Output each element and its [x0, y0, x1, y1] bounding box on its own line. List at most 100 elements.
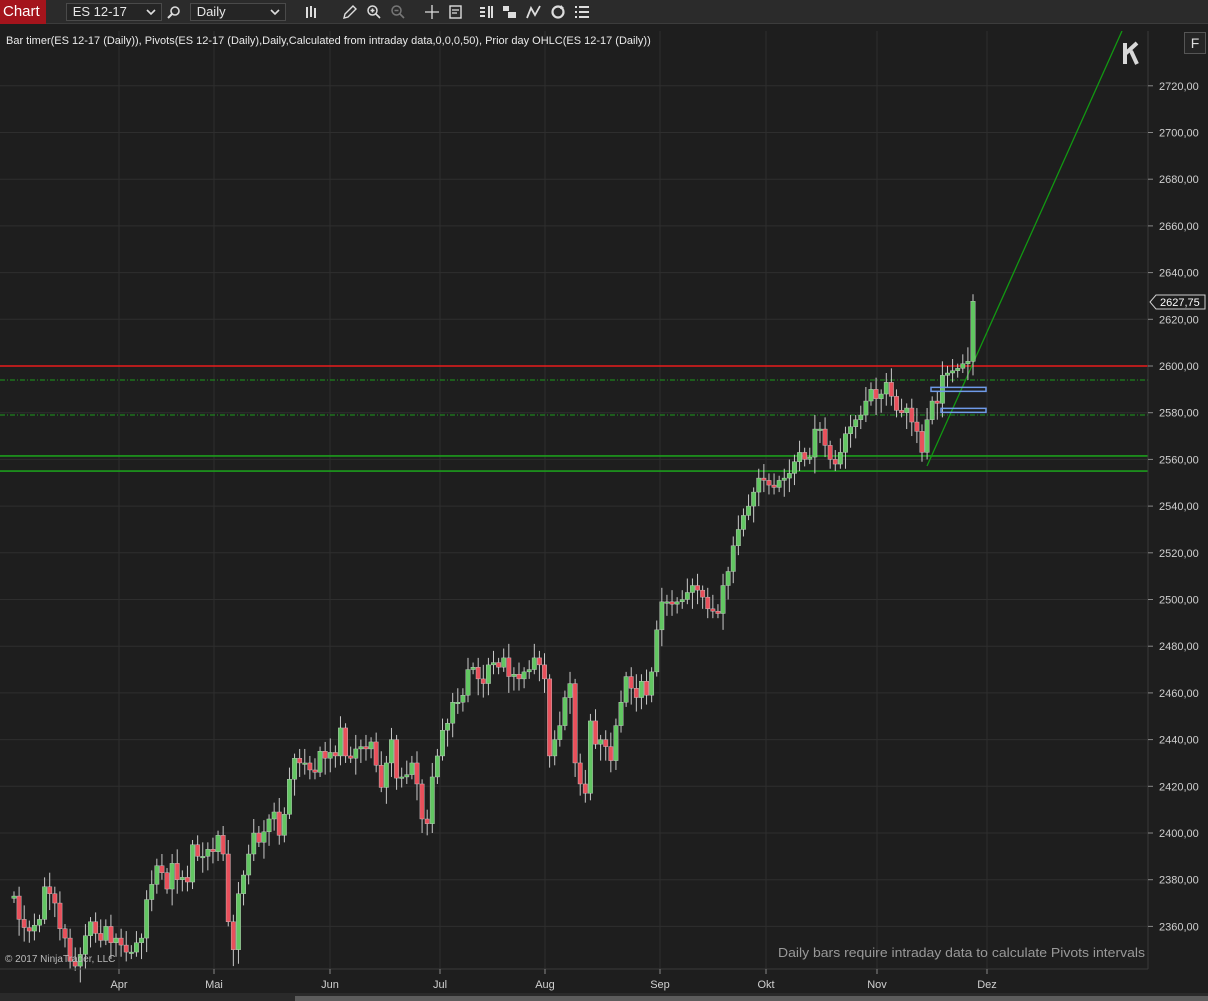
candle-down: [185, 877, 190, 883]
candle-down: [603, 739, 609, 747]
instrument-selector[interactable]: ES 12-17: [65, 2, 162, 21]
candle-up: [215, 835, 221, 852]
candle-down: [363, 746, 369, 750]
candle-up: [358, 746, 364, 750]
candle-down: [705, 596, 711, 610]
candle-up: [281, 814, 287, 836]
search-icon[interactable]: [162, 0, 186, 24]
candle-down: [108, 926, 114, 943]
candle-down: [771, 484, 777, 488]
candle-down: [62, 928, 68, 939]
candle-up: [236, 893, 241, 950]
candle-up: [613, 725, 619, 761]
candle-down: [572, 683, 578, 764]
candle-up: [649, 671, 655, 696]
candle-down: [419, 783, 425, 820]
candle-up: [429, 776, 435, 824]
candle-up: [945, 372, 950, 376]
candle-down: [26, 927, 32, 932]
candle-down: [827, 445, 833, 460]
candle-down: [348, 755, 354, 759]
candle-up: [460, 695, 466, 703]
candle-down: [496, 662, 502, 668]
candle-up: [139, 937, 144, 943]
candle-down: [894, 396, 899, 411]
candle-down: [210, 849, 216, 852]
candle-down: [52, 893, 58, 904]
candle-up: [434, 755, 440, 778]
y-tick-label: 2460,00: [1159, 688, 1199, 700]
zoom-out-icon[interactable]: [386, 0, 410, 24]
y-tick-label: 2660,00: [1159, 221, 1199, 233]
y-tick-label: 2480,00: [1159, 641, 1199, 653]
candle-up: [404, 774, 410, 778]
x-tick-label: Sep: [650, 979, 670, 991]
candle-up: [659, 601, 665, 631]
properties-icon[interactable]: [570, 0, 594, 24]
x-tick-label: Dez: [977, 979, 997, 991]
interval-selector[interactable]: Daily: [189, 2, 286, 21]
candle-down: [542, 664, 547, 680]
candle-up: [618, 702, 624, 726]
draw-pencil-icon[interactable]: [338, 0, 362, 24]
candle-down: [307, 762, 313, 771]
chevron-down-icon: [269, 6, 281, 18]
indicators-icon[interactable]: [522, 0, 546, 24]
candle-up: [266, 818, 272, 833]
y-tick-label: 2680,00: [1159, 174, 1199, 186]
zoom-in-icon[interactable]: [362, 0, 386, 24]
candle-up: [32, 925, 37, 932]
candle-up: [531, 657, 537, 670]
data-box-icon[interactable]: [444, 0, 468, 24]
candle-up: [190, 844, 195, 883]
candle-down: [899, 410, 904, 413]
candle-up: [205, 849, 211, 857]
candle-up: [843, 433, 848, 453]
candle-up: [924, 419, 930, 453]
scrollbar-thumb[interactable]: [295, 996, 1208, 1001]
candle-up: [113, 937, 119, 943]
candle-up: [557, 725, 563, 740]
candle-down: [195, 844, 201, 857]
x-tick-label: Apr: [110, 979, 127, 991]
candle-up: [465, 669, 471, 696]
candle-up: [327, 752, 333, 759]
candle-up: [786, 473, 792, 479]
candle-up: [42, 886, 48, 920]
candle-down: [16, 895, 22, 920]
price-chart[interactable]: 2720,00 2700,00 2680,00 2660,00 2640,00 2620,…: [0, 31, 1208, 993]
chart-toolbar: Chart ES 12-17 Daily: [0, 0, 1208, 24]
candle-up: [853, 419, 859, 427]
candle-down: [909, 407, 915, 423]
candle-up: [741, 515, 746, 530]
candle-up: [929, 400, 935, 420]
x-tick-label: Aug: [535, 979, 555, 991]
crosshair-icon[interactable]: [420, 0, 444, 24]
chart-trader-icon[interactable]: [474, 0, 498, 24]
f-badge[interactable]: F: [1184, 32, 1206, 54]
y-tick-label: 2580,00: [1159, 408, 1199, 420]
candle-up: [950, 370, 955, 374]
candle-up: [837, 452, 843, 465]
y-tick-label: 2380,00: [1159, 875, 1199, 887]
candle-up: [103, 926, 109, 941]
candle-up: [756, 477, 762, 493]
bar-type-icon[interactable]: [300, 0, 324, 24]
candle-up: [781, 477, 787, 481]
reload-icon[interactable]: [546, 0, 570, 24]
strategies-icon[interactable]: [498, 0, 522, 24]
chart-tab[interactable]: Chart: [0, 0, 46, 24]
candle-up: [485, 664, 491, 684]
last-price-marker: 2627,75: [1149, 294, 1206, 310]
candle-up: [588, 720, 593, 794]
candle-up: [317, 751, 323, 773]
candle-down: [220, 835, 226, 855]
candle-down: [394, 739, 399, 779]
candle-up: [730, 545, 736, 572]
candle-down: [21, 919, 27, 928]
candle-down: [297, 758, 303, 764]
x-tick-label: Mai: [205, 979, 223, 991]
candle-down: [919, 431, 925, 453]
candle-down: [628, 676, 634, 689]
candle-down: [256, 832, 262, 843]
